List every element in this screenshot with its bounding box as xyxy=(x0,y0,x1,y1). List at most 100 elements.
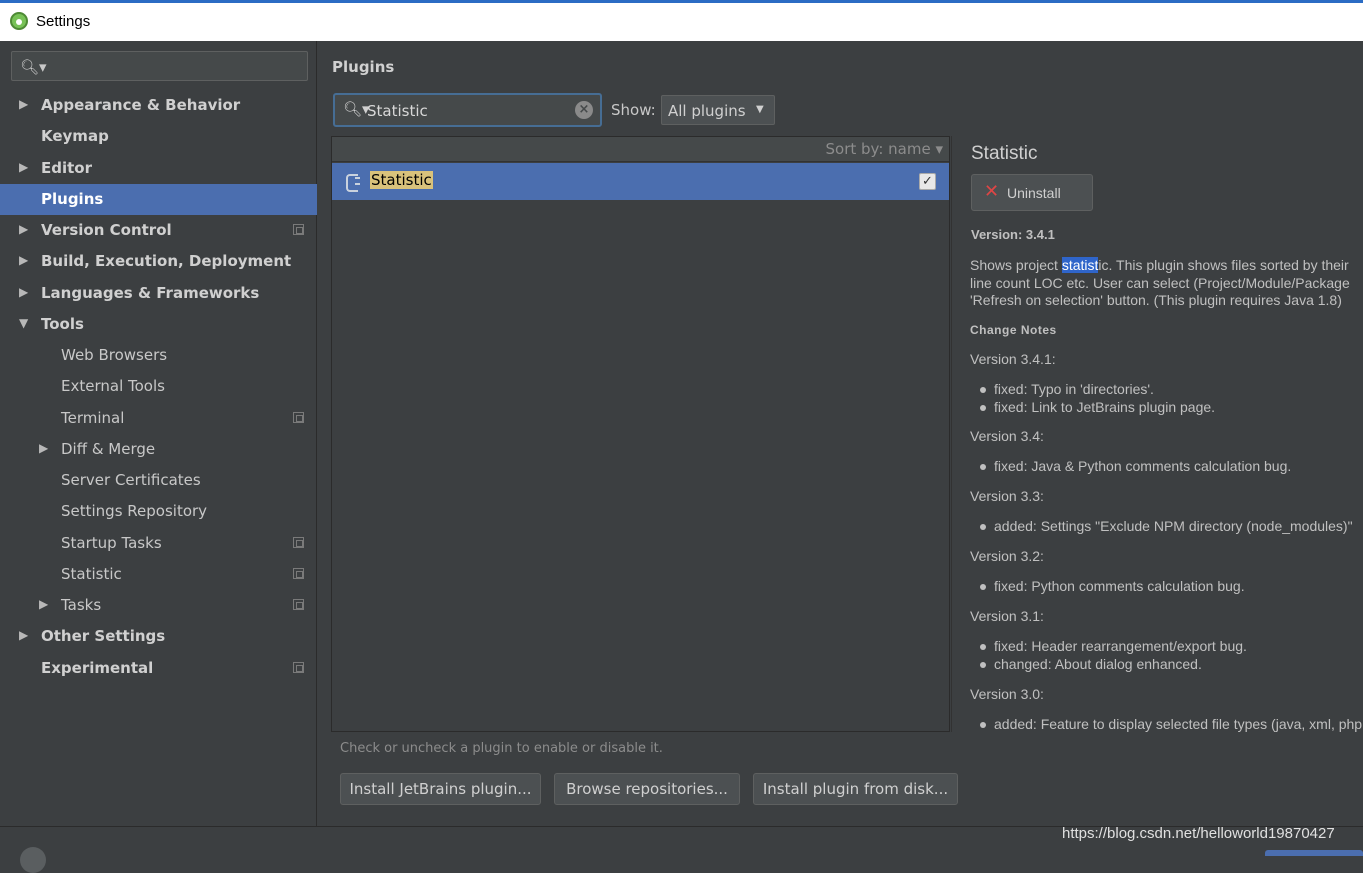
sidebar-item[interactable]: Statistic xyxy=(0,559,317,590)
page-title: Plugins xyxy=(332,58,395,76)
change-item: changed: About dialog enhanced. xyxy=(980,656,1202,672)
change-item: fixed: Header rearrangement/export bug. xyxy=(980,638,1247,654)
change-version-heading: Version 3.2: xyxy=(970,548,1044,564)
sidebar-item[interactable]: External Tools xyxy=(0,371,317,402)
sidebar-item[interactable]: ▶ Tasks xyxy=(0,590,317,621)
project-level-icon xyxy=(293,568,304,579)
sidebar-item[interactable]: Plugins xyxy=(0,184,317,215)
plugin-details-panel: Statistic ✕ Uninstall Version: 3.4.1 Sho… xyxy=(951,136,1363,732)
sidebar-item-label: Other Settings xyxy=(41,627,166,645)
chevron-right-icon[interactable]: ▶ xyxy=(19,628,28,642)
plugin-name: Statistic xyxy=(370,171,433,189)
sidebar-item-label: Settings Repository xyxy=(61,502,208,520)
project-level-icon xyxy=(293,599,304,610)
search-icon: 🔍︎▾ xyxy=(343,100,370,118)
plugin-enabled-checkbox[interactable]: ✓ xyxy=(919,173,936,190)
desc-text: line count LOC etc. User can select (Pro… xyxy=(970,274,1350,291)
plugin-list: Sort by: name ▾ Statistic ✓ xyxy=(331,136,950,732)
sidebar-item[interactable]: ▶ Languages & Frameworks xyxy=(0,278,317,309)
desc-text: ic. This plugin shows files sorted by th… xyxy=(1098,257,1349,273)
desc-text: Shows project xyxy=(970,257,1062,273)
chevron-right-icon[interactable]: ▶ xyxy=(19,285,28,299)
desc-text: 'Refresh on selection' button. (This plu… xyxy=(970,292,1342,308)
sidebar-item-label: Version Control xyxy=(41,221,172,239)
sidebar-item-label: Statistic xyxy=(61,565,122,583)
show-label: Show: xyxy=(611,101,656,119)
sidebar-item[interactable]: Keymap xyxy=(0,121,317,152)
settings-window: Settings 🔍︎▾ ▶ Appearance & Behavior Keyma… xyxy=(0,0,1363,873)
sidebar-item[interactable]: ▶ Appearance & Behavior xyxy=(0,90,317,121)
sidebar-item[interactable]: ▼ Tools xyxy=(0,309,317,340)
install-from-disk-button[interactable]: Install plugin from disk... xyxy=(753,773,958,805)
install-jetbrains-plugin-button[interactable]: Install JetBrains plugin... xyxy=(340,773,541,805)
sidebar-item[interactable]: Experimental xyxy=(0,653,317,684)
project-level-icon xyxy=(293,412,304,423)
chevron-right-icon[interactable]: ▶ xyxy=(19,222,28,236)
ok-button[interactable] xyxy=(1265,850,1363,856)
plugin-version: Version: 3.4.1 xyxy=(971,227,1055,242)
chevron-right-icon[interactable]: ▶ xyxy=(19,160,28,174)
project-level-icon xyxy=(293,537,304,548)
clear-search-icon[interactable]: × xyxy=(575,101,593,119)
sidebar-item-label: Editor xyxy=(41,159,92,177)
close-icon: ✕ xyxy=(984,181,1000,202)
sidebar-item[interactable]: Settings Repository xyxy=(0,496,317,527)
sidebar-item-label: Keymap xyxy=(41,127,109,145)
uninstall-button[interactable]: ✕ Uninstall xyxy=(971,174,1093,211)
chevron-right-icon[interactable]: ▶ xyxy=(19,253,28,267)
sort-by-button[interactable]: Sort by: name ▾ xyxy=(826,140,943,158)
chevron-right-icon[interactable]: ▶ xyxy=(39,441,48,455)
sidebar-item-label: Build, Execution, Deployment xyxy=(41,252,292,270)
chevron-right-icon[interactable]: ▶ xyxy=(19,97,28,111)
sidebar-item-label: Tasks xyxy=(61,596,102,614)
settings-sidebar: 🔍︎▾ ▶ Appearance & Behavior Keymap ▶ Editor P… xyxy=(0,41,317,826)
change-item: fixed: Python comments calculation bug. xyxy=(980,578,1245,594)
change-item: fixed: Java & Python comments calculatio… xyxy=(980,458,1291,474)
change-version-heading: Version 3.0: xyxy=(970,686,1044,702)
change-item-text: fixed: Header rearrangement/export bug. xyxy=(994,638,1247,654)
change-item-text: fixed: Python comments calculation bug. xyxy=(994,578,1245,594)
sidebar-item[interactable]: ▶ Build, Execution, Deployment xyxy=(0,246,317,277)
help-icon[interactable] xyxy=(20,847,46,873)
sidebar-item-label: Server Certificates xyxy=(61,471,201,489)
project-level-icon xyxy=(293,662,304,673)
sidebar-item[interactable]: ▶ Diff & Merge xyxy=(0,434,317,465)
browse-repositories-button[interactable]: Browse repositories... xyxy=(554,773,740,805)
change-version-heading: Version 3.4.1: xyxy=(970,351,1056,367)
chevron-right-icon[interactable]: ▶ xyxy=(39,597,48,611)
change-version-heading: Version 3.4: xyxy=(970,428,1044,444)
change-item-text: added: Settings "Exclude NPM directory (… xyxy=(994,518,1353,534)
sidebar-item-label: Experimental xyxy=(41,659,154,677)
sidebar-search-input[interactable]: 🔍︎▾ xyxy=(11,51,308,81)
chevron-down-icon: ▼ xyxy=(756,104,764,115)
sidebar-item[interactable]: Terminal xyxy=(0,403,317,434)
sidebar-item-label: Appearance & Behavior xyxy=(41,96,241,114)
change-item: added: Settings "Exclude NPM directory (… xyxy=(980,518,1353,534)
change-item-text: changed: About dialog enhanced. xyxy=(994,656,1202,672)
show-filter-select[interactable]: All plugins ▼ xyxy=(661,95,775,125)
change-item: added: Feature to display selected file … xyxy=(980,716,1362,732)
sidebar-item-label: Languages & Frameworks xyxy=(41,284,260,302)
change-version-heading: Version 3.3: xyxy=(970,488,1044,504)
sidebar-item[interactable]: Web Browsers xyxy=(0,340,317,371)
sidebar-item[interactable]: ▶ Version Control xyxy=(0,215,317,246)
plugin-search-value: Statistic xyxy=(367,102,428,120)
chevron-down-icon[interactable]: ▼ xyxy=(19,316,28,330)
sidebar-item[interactable]: ▶ Editor xyxy=(0,153,317,184)
sidebar-item-label: Tools xyxy=(41,315,84,333)
sidebar-item[interactable]: Startup Tasks xyxy=(0,528,317,559)
sidebar-item[interactable]: ▶ Other Settings xyxy=(0,621,317,652)
change-notes-heading: Change Notes xyxy=(970,323,1057,337)
sort-bar: Sort by: name ▾ xyxy=(332,137,949,162)
change-item: fixed: Typo in 'directories'. xyxy=(980,381,1154,397)
uninstall-label: Uninstall xyxy=(1007,185,1061,201)
sidebar-item[interactable]: Server Certificates xyxy=(0,465,317,496)
plugin-search-input[interactable]: 🔍︎▾ Statistic × xyxy=(333,93,602,127)
watermark: https://blog.csdn.net/helloworld19870427 xyxy=(1062,825,1335,842)
sidebar-item-label: Startup Tasks xyxy=(61,534,162,552)
search-icon: 🔍︎▾ xyxy=(20,58,47,76)
change-item-text: fixed: Link to JetBrains plugin page. xyxy=(994,399,1216,415)
change-item-text: fixed: Java & Python comments calculatio… xyxy=(994,458,1292,474)
plugin-row[interactable]: Statistic ✓ xyxy=(332,163,949,200)
sidebar-item-label: External Tools xyxy=(61,377,165,395)
